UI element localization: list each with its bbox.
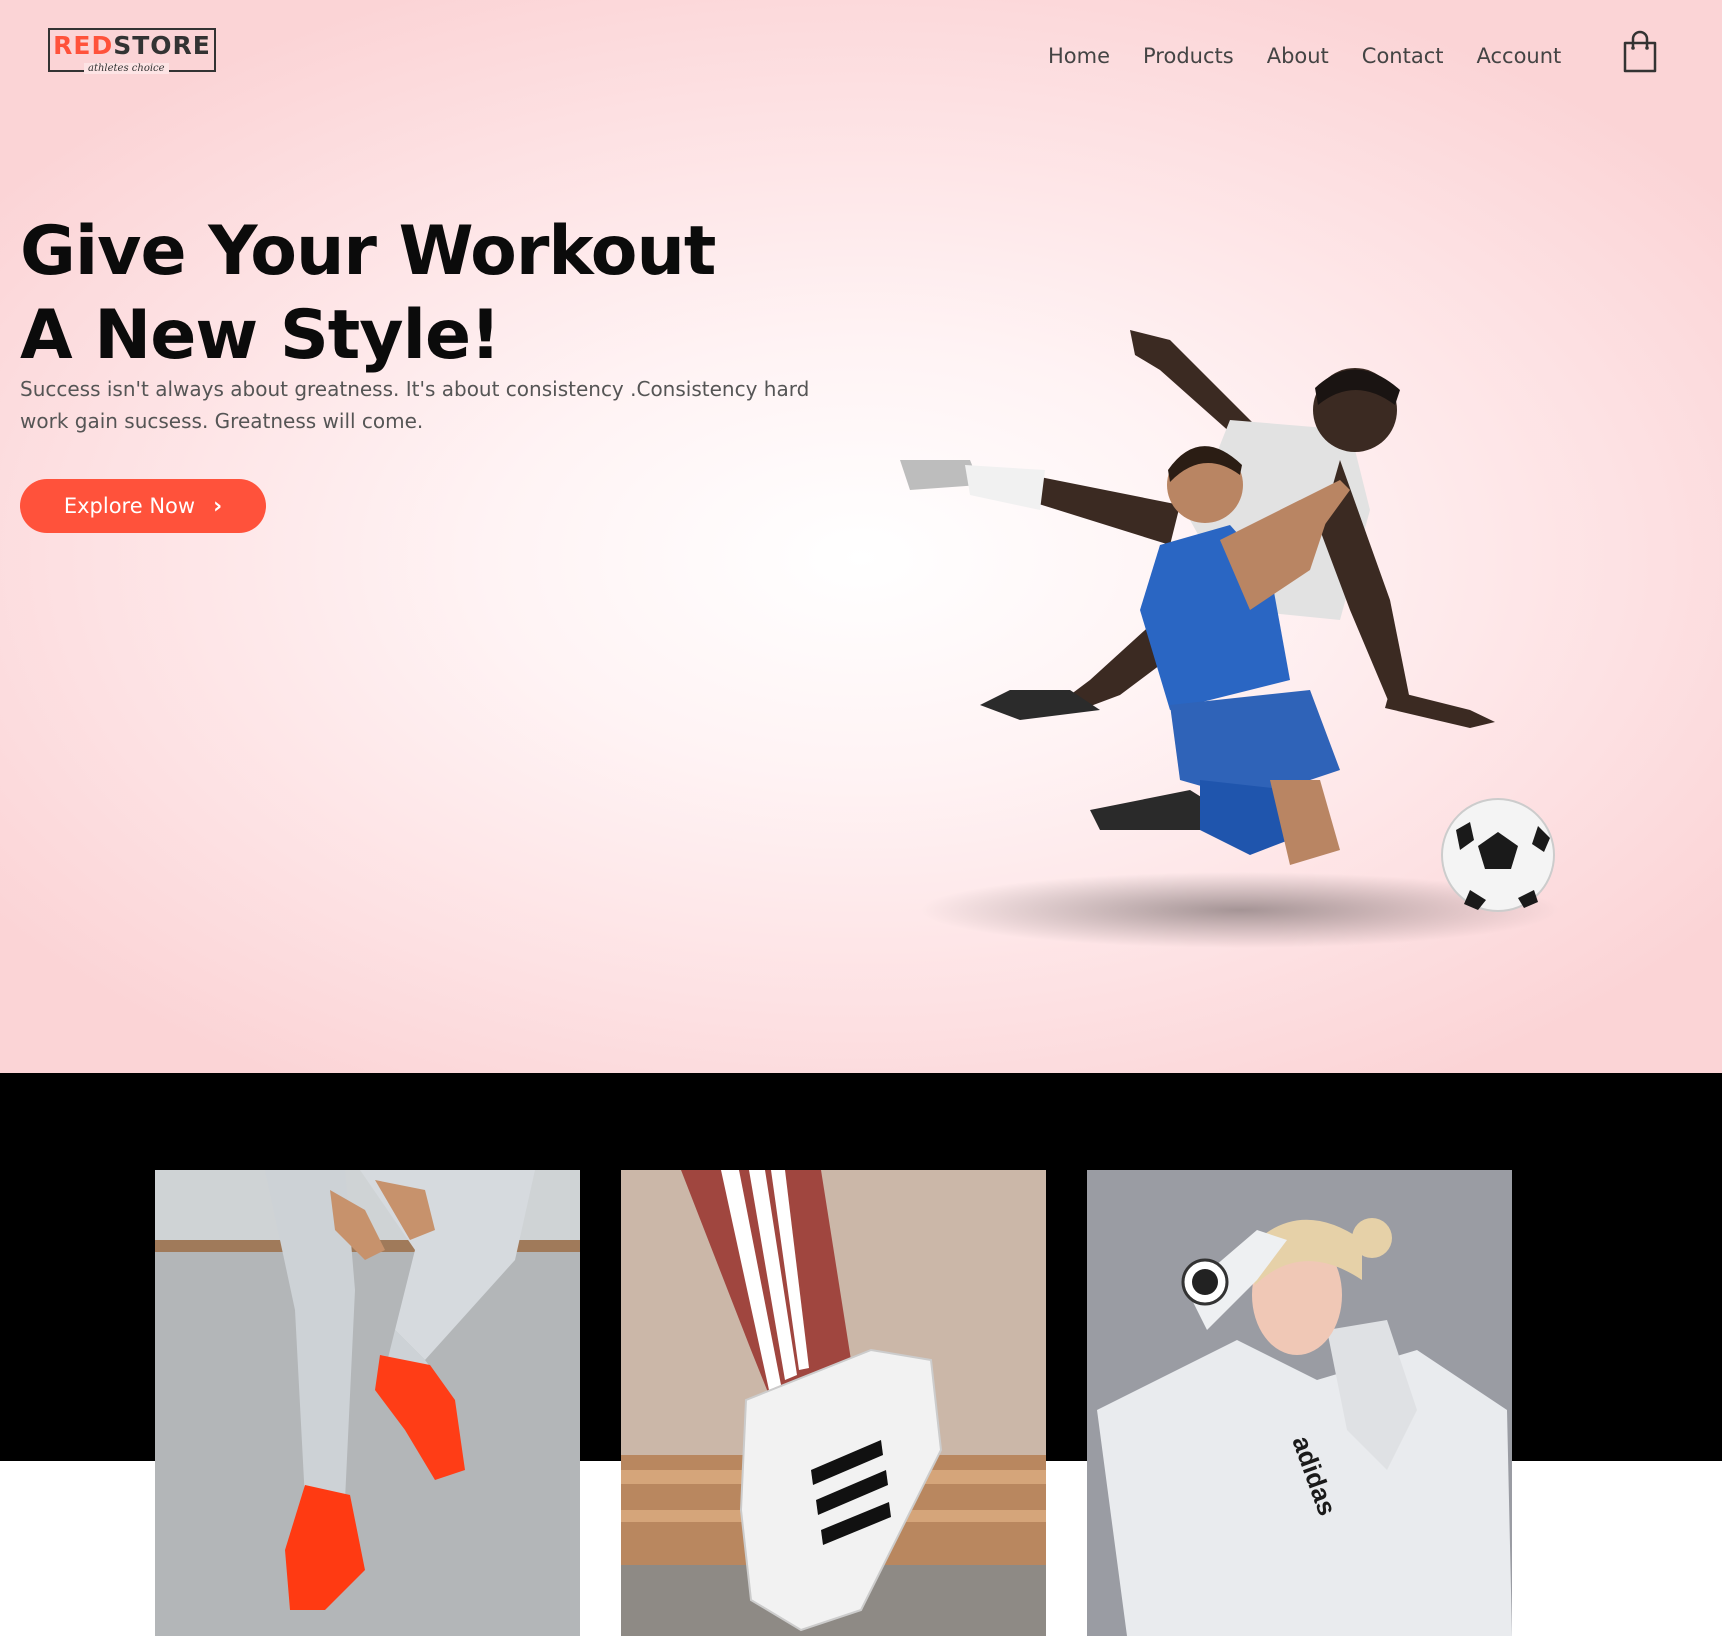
- category-image-woman-hoodie[interactable]: adidas: [1087, 1170, 1512, 1636]
- hero-section: REDSTORE athletes choice Home Products A…: [0, 0, 1722, 1073]
- explore-now-label: Explore Now: [63, 494, 196, 518]
- chevron-right-icon: ›: [213, 493, 223, 519]
- nav-home[interactable]: Home: [1048, 38, 1110, 74]
- nav-account[interactable]: Account: [1477, 38, 1562, 74]
- redstore-logo[interactable]: REDSTORE athletes choice: [48, 28, 216, 74]
- hero-title-line2: A New Style!: [20, 296, 501, 375]
- nav-products[interactable]: Products: [1143, 38, 1234, 74]
- nav-contact[interactable]: Contact: [1362, 38, 1444, 74]
- nav-about[interactable]: About: [1267, 38, 1329, 74]
- hero-description: Success isn't always about greatness. It…: [20, 377, 810, 433]
- main-nav: Home Products About Contact Account: [1048, 38, 1561, 74]
- logo-text: REDSTORE: [53, 31, 211, 60]
- category-image-white-sneaker[interactable]: [621, 1170, 1046, 1636]
- hero-title-line1: Give Your Workout: [20, 212, 716, 291]
- hero-title: Give Your Workout A New Style!: [20, 210, 820, 378]
- explore-now-button[interactable]: Explore Now ›: [20, 479, 266, 533]
- shopping-bag-icon[interactable]: [1622, 30, 1658, 74]
- hero-image-soccer-players: [870, 310, 1670, 960]
- category-image-sneakers-jeans[interactable]: [155, 1170, 580, 1636]
- logo-tagline: athletes choice: [84, 63, 169, 74]
